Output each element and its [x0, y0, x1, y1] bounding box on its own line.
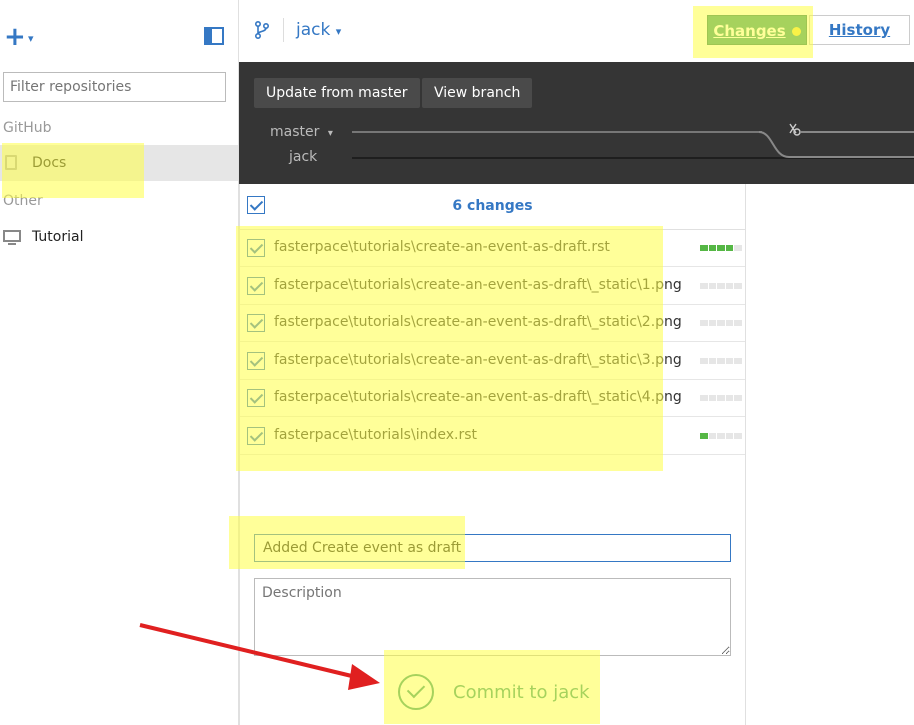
computer-icon — [3, 230, 21, 242]
file-checkbox[interactable] — [247, 314, 265, 332]
diff-stat-bar — [700, 357, 742, 364]
file-row[interactable]: fasterpace\tutorials\create-an-event-as-… — [240, 267, 745, 305]
branch-master-selector[interactable]: master ▾ — [270, 124, 333, 140]
sidebar-item-tutorial[interactable]: Tutorial — [0, 220, 238, 254]
file-row[interactable]: fasterpace\tutorials\create-an-event-as-… — [240, 342, 745, 380]
checkmark-circle-icon — [398, 674, 434, 710]
update-from-master-button[interactable]: Update from master — [254, 78, 420, 108]
file-checkbox[interactable] — [247, 426, 265, 445]
diff-stat-bar — [700, 432, 742, 439]
sidebar: +▾ GitHub Docs Other Tutorial — [0, 0, 238, 725]
computer-stand — [8, 243, 16, 245]
sidebar-item-label: Docs — [32, 155, 67, 171]
merge-graph-icon — [759, 123, 914, 158]
changes-header: 6 changes — [240, 184, 745, 230]
chevron-down-icon: ▾ — [327, 128, 333, 139]
chevron-down-icon: ▾ — [335, 25, 342, 38]
commit-button-label: Commit to jack — [453, 682, 590, 703]
file-row[interactable]: fasterpace\tutorials\create-an-event-as-… — [240, 379, 745, 417]
uncommitted-dot-icon — [791, 27, 801, 36]
commit-summary-input[interactable] — [254, 534, 731, 562]
tab-changes-label: Changes — [713, 22, 786, 40]
file-path: fasterpace\tutorials\create-an-event-as-… — [274, 314, 682, 330]
branch-icon — [254, 20, 270, 40]
branch-name-label: jack — [296, 20, 331, 40]
toolbar-divider — [283, 18, 284, 42]
add-repository-button[interactable]: + ▾ — [4, 24, 38, 50]
section-label-other: Other — [3, 193, 43, 209]
tab-history[interactable]: History — [809, 15, 910, 45]
master-graph-line — [352, 131, 762, 133]
commit-button[interactable]: Commit to jack — [396, 674, 596, 714]
section-label-github: GitHub — [3, 120, 52, 136]
repo-book-icon — [5, 155, 17, 170]
changes-count: 6 changes — [452, 198, 533, 214]
file-path: fasterpace\tutorials\create-an-event-as-… — [274, 351, 682, 368]
file-row[interactable]: fasterpace\tutorials\create-an-event-as-… — [240, 304, 745, 342]
file-path: fasterpace\tutorials\create-an-event-as-… — [274, 276, 682, 293]
diff-stat-bar — [700, 282, 742, 289]
branch-master-label: master — [270, 124, 320, 140]
filter-repositories-input[interactable] — [3, 72, 226, 102]
file-row[interactable]: fasterpace\tutorials\create-an-event-as-… — [240, 229, 745, 267]
diff-stat-bar — [700, 395, 742, 401]
tab-changes[interactable]: Changes — [707, 15, 807, 45]
branch-selector[interactable]: jack ▾ — [296, 20, 341, 40]
view-branch-button[interactable]: View branch — [422, 78, 533, 108]
file-row[interactable]: fasterpace\tutorials\index.rst — [240, 417, 745, 455]
file-path: fasterpace\tutorials\create-an-event-as-… — [274, 239, 610, 255]
file-checkbox[interactable] — [247, 351, 265, 370]
file-path: fasterpace\tutorials\create-an-event-as-… — [274, 389, 682, 405]
commit-description-input[interactable] — [254, 578, 731, 656]
branch-jack-label: jack — [289, 149, 318, 165]
sidebar-item-docs[interactable]: Docs — [0, 145, 238, 181]
sidebar-item-label: Tutorial — [32, 229, 84, 245]
chevron-down-icon: ▾ — [28, 32, 34, 45]
diff-stat-bar — [700, 320, 742, 326]
file-checkbox[interactable] — [247, 239, 265, 257]
sidebar-toggle-icon[interactable] — [204, 27, 224, 45]
file-checkbox[interactable] — [247, 389, 265, 407]
branch-graph-bar: Update from master View branch master ▾ … — [239, 62, 914, 184]
file-checkbox[interactable] — [247, 276, 265, 295]
file-path: fasterpace\tutorials\index.rst — [274, 426, 477, 443]
diff-stat-bar — [700, 245, 742, 251]
